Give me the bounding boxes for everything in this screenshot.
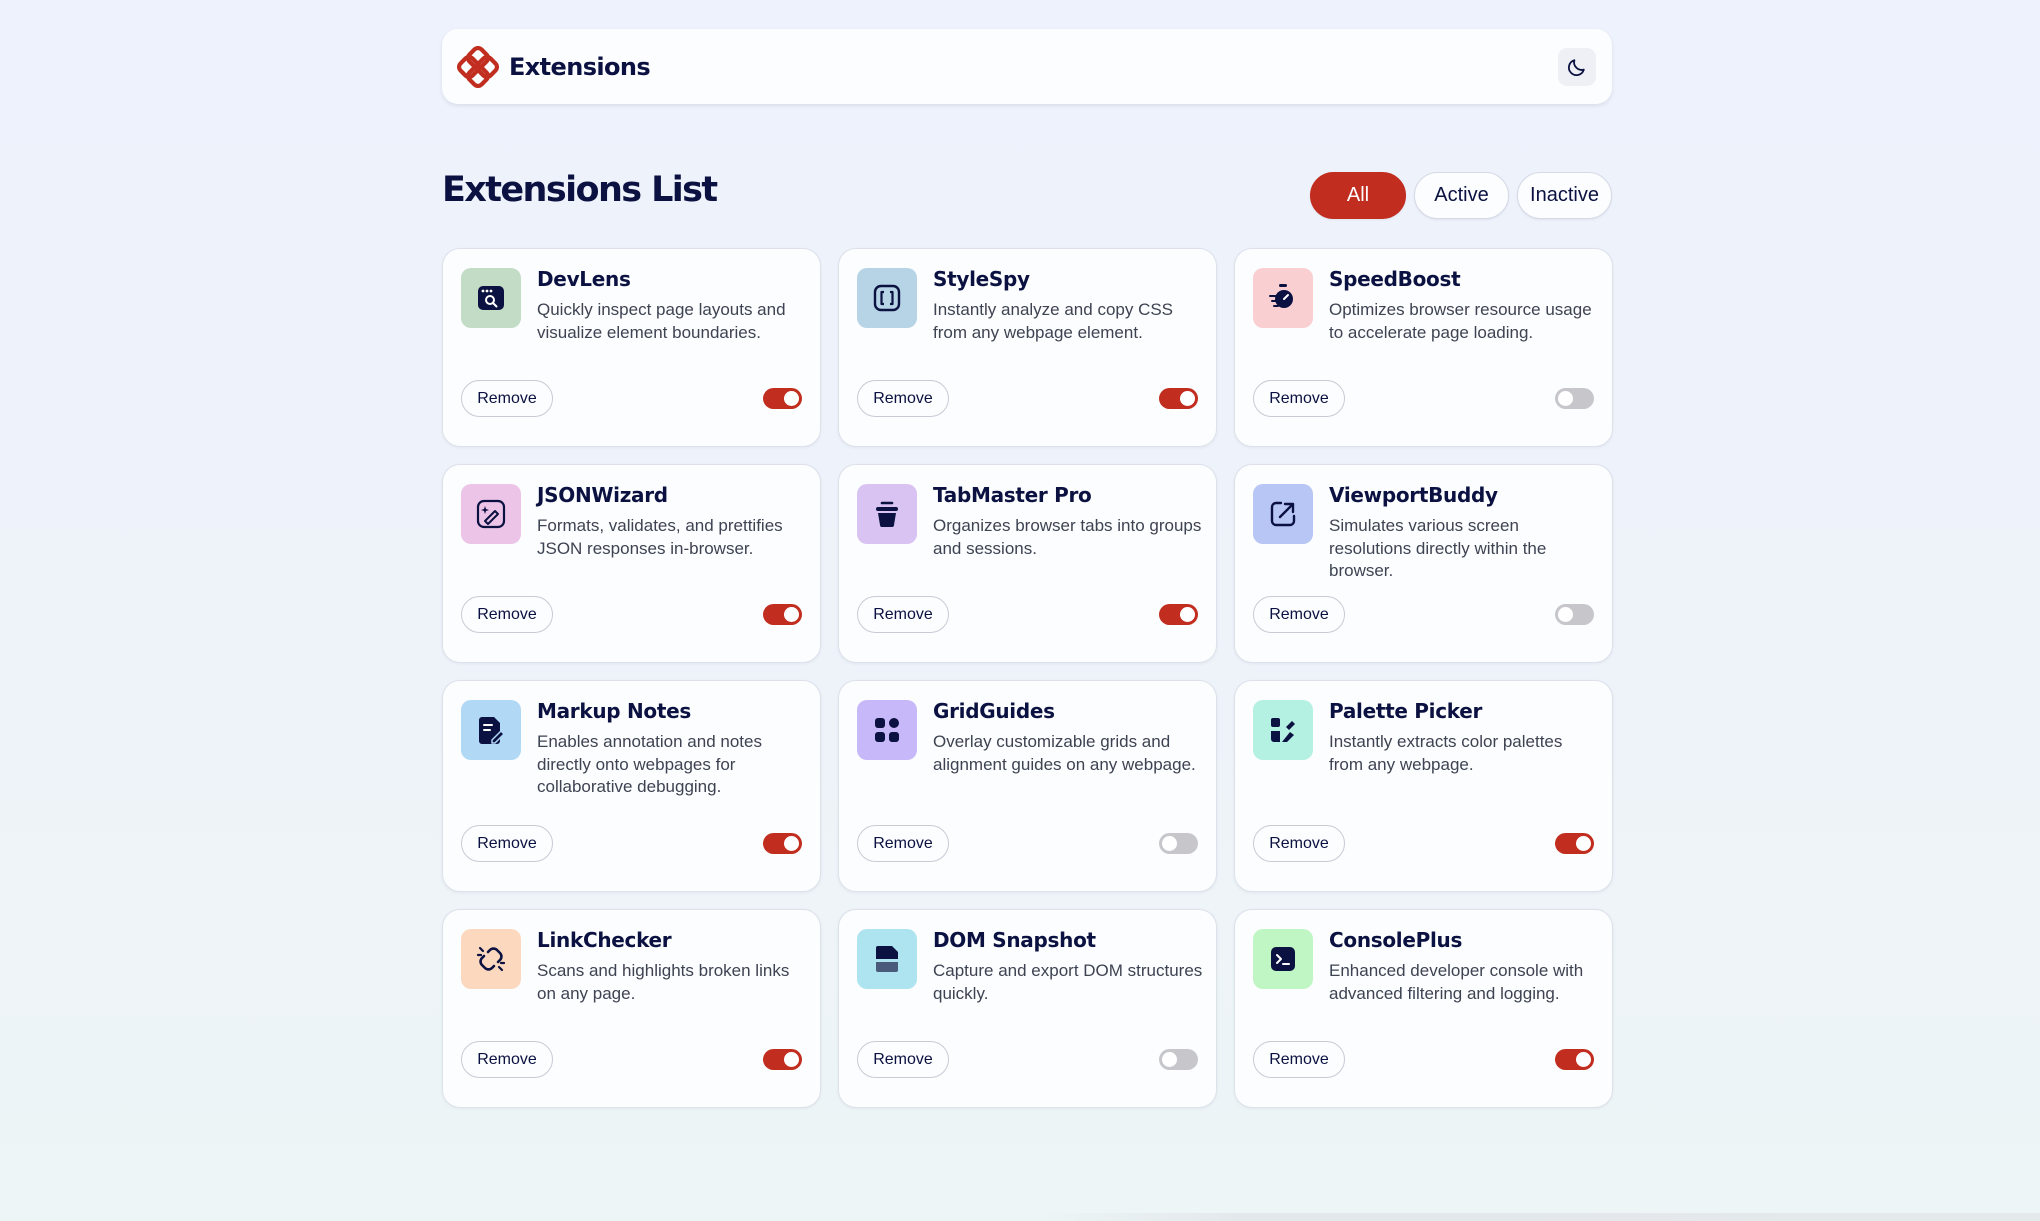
active-toggle[interactable]: [763, 388, 802, 409]
toggle-knob: [784, 1052, 799, 1067]
extension-card: TabMaster Pro Organizes browser tabs int…: [838, 464, 1217, 663]
toggle-knob: [1576, 836, 1591, 851]
remove-button[interactable]: Remove: [857, 380, 949, 417]
active-toggle[interactable]: [763, 1049, 802, 1070]
magic-wand-icon: [461, 484, 521, 544]
extension-card: LinkChecker Scans and highlights broken …: [442, 909, 821, 1108]
title-row: Extensions List All Active Inactive: [442, 166, 1612, 219]
extension-card: ViewportBuddy Simulates various screen r…: [1234, 464, 1613, 663]
stopwatch-icon: [1253, 268, 1313, 328]
remove-button[interactable]: Remove: [1253, 825, 1345, 862]
moon-icon: [1568, 58, 1585, 76]
extension-name: DOM Snapshot: [933, 928, 1096, 952]
extensions-logo-icon: [457, 45, 499, 88]
filter-group: All Active Inactive: [1310, 171, 1612, 219]
theme-toggle-button[interactable]: [1558, 47, 1596, 86]
active-toggle[interactable]: [763, 604, 802, 625]
active-toggle[interactable]: [1159, 604, 1198, 625]
extension-card: Palette Picker Instantly extracts color …: [1234, 680, 1613, 892]
bucket-icon: [857, 484, 917, 544]
extension-description: Simulates various screen resolutions dir…: [1329, 516, 1547, 580]
extension-description: Capture and export DOM structures quickl…: [933, 961, 1203, 1003]
remove-button[interactable]: Remove: [1253, 596, 1345, 633]
note-pen-icon: [461, 700, 521, 760]
extension-description: Optimizes browser resource usage to acce…: [1329, 300, 1592, 342]
active-toggle[interactable]: [1555, 833, 1594, 854]
filter-active-button[interactable]: Active: [1414, 171, 1509, 219]
extension-name: DevLens: [537, 267, 631, 291]
extension-name: Markup Notes: [537, 699, 691, 723]
active-toggle[interactable]: [1159, 388, 1198, 409]
extension-name: StyleSpy: [933, 267, 1030, 291]
extension-description: Quickly inspect page layouts and visuali…: [537, 300, 786, 342]
header-bar: Extensions: [442, 29, 1612, 104]
remove-button[interactable]: Remove: [461, 596, 553, 633]
filter-all-button[interactable]: All: [1310, 171, 1406, 219]
toggle-knob: [1180, 391, 1195, 406]
toggle-knob: [1558, 391, 1573, 406]
toggle-knob: [1162, 1052, 1177, 1067]
active-toggle[interactable]: [1555, 388, 1594, 409]
toggle-knob: [1558, 607, 1573, 622]
remove-button[interactable]: Remove: [857, 825, 949, 862]
active-toggle[interactable]: [763, 833, 802, 854]
active-toggle[interactable]: [1159, 1049, 1198, 1070]
code-brackets-icon: [857, 268, 917, 328]
toggle-knob: [784, 836, 799, 851]
grid-blocks-icon: [857, 700, 917, 760]
extension-name: ViewportBuddy: [1329, 483, 1498, 507]
extension-name: GridGuides: [933, 699, 1055, 723]
extension-card: StyleSpy Instantly analyze and copy CSS …: [838, 248, 1217, 447]
extension-description: Scans and highlights broken links on any…: [537, 961, 790, 1003]
brand: Extensions: [457, 45, 651, 88]
extension-card: DevLens Quickly inspect page layouts and…: [442, 248, 821, 447]
extension-card: DOM Snapshot Capture and export DOM stru…: [838, 909, 1217, 1108]
toggle-knob: [784, 391, 799, 406]
toggle-knob: [1576, 1052, 1591, 1067]
extension-description: Overlay customizable grids and alignment…: [933, 732, 1196, 774]
filter-inactive-button[interactable]: Inactive: [1517, 171, 1612, 219]
palette-icon: [1253, 700, 1313, 760]
resize-arrow-icon: [1253, 484, 1313, 544]
remove-button[interactable]: Remove: [857, 1041, 949, 1078]
app-name: Extensions: [509, 52, 651, 81]
extension-card: SpeedBoost Optimizes browser resource us…: [1234, 248, 1613, 447]
remove-button[interactable]: Remove: [857, 596, 949, 633]
extension-card: JSONWizard Formats, validates, and prett…: [442, 464, 821, 663]
extension-name: JSONWizard: [537, 483, 668, 507]
extension-name: ConsolePlus: [1329, 928, 1463, 952]
toggle-knob: [1162, 836, 1177, 851]
extension-name: TabMaster Pro: [933, 483, 1092, 507]
extension-card: GridGuides Overlay customizable grids an…: [838, 680, 1217, 892]
page-title: Extensions List: [442, 170, 718, 210]
bottom-edge-shadow: [1040, 1213, 2040, 1221]
toggle-knob: [1180, 607, 1195, 622]
document-snapshot-icon: [857, 929, 917, 989]
remove-button[interactable]: Remove: [1253, 1041, 1345, 1078]
remove-button[interactable]: Remove: [461, 1041, 553, 1078]
browser-search-icon: [461, 268, 521, 328]
extension-name: Palette Picker: [1329, 699, 1483, 723]
extension-description: Enables annotation and notes directly on…: [537, 732, 762, 796]
extension-description: Enhanced developer console with advanced…: [1329, 961, 1584, 1003]
extension-description: Instantly analyze and copy CSS from any …: [933, 300, 1174, 342]
extension-description: Formats, validates, and prettifies JSON …: [537, 516, 783, 558]
extension-description: Instantly extracts color palettes from a…: [1329, 732, 1563, 774]
extension-description: Organizes browser tabs into groups and s…: [933, 516, 1202, 558]
remove-button[interactable]: Remove: [461, 825, 553, 862]
extension-card: ConsolePlus Enhanced developer console w…: [1234, 909, 1613, 1108]
toggle-knob: [784, 607, 799, 622]
remove-button[interactable]: Remove: [461, 380, 553, 417]
active-toggle[interactable]: [1555, 604, 1594, 625]
remove-button[interactable]: Remove: [1253, 380, 1345, 417]
terminal-icon: [1253, 929, 1313, 989]
extensions-grid: DevLens Quickly inspect page layouts and…: [442, 248, 1613, 1125]
active-toggle[interactable]: [1159, 833, 1198, 854]
extension-name: LinkChecker: [537, 928, 672, 952]
broken-link-icon: [461, 929, 521, 989]
active-toggle[interactable]: [1555, 1049, 1594, 1070]
extension-name: SpeedBoost: [1329, 267, 1461, 291]
extension-card: Markup Notes Enables annotation and note…: [442, 680, 821, 892]
